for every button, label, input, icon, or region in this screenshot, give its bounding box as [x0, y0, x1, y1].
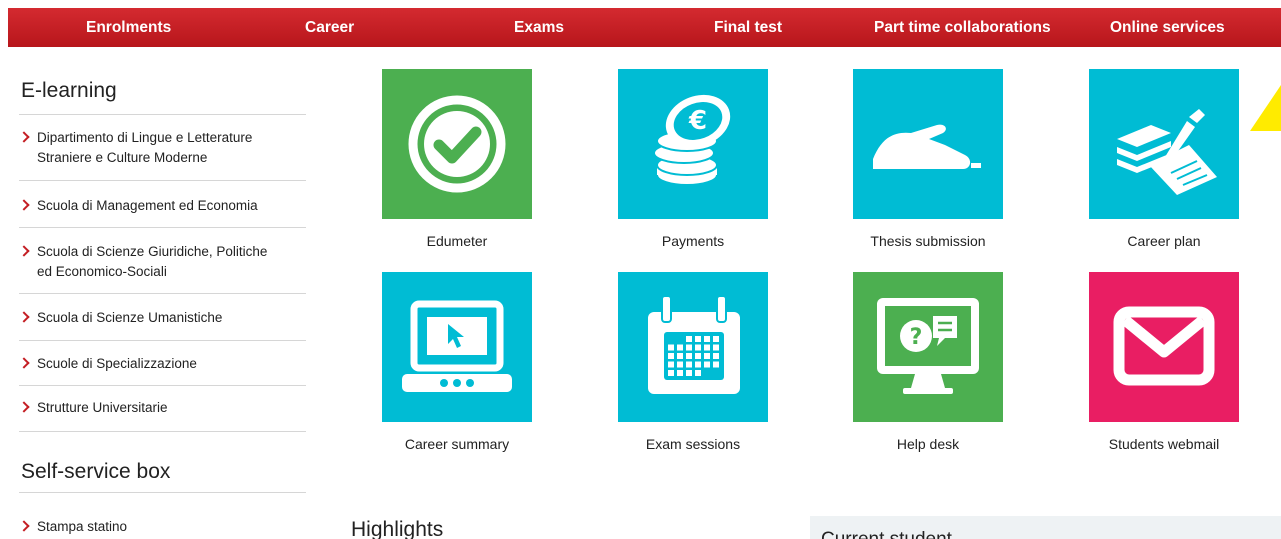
divider	[19, 340, 306, 341]
highlights-heading: Highlights	[351, 518, 444, 539]
tile-career-summary[interactable]	[382, 272, 532, 422]
tile-students-webmail[interactable]	[1089, 272, 1239, 422]
divider	[19, 385, 306, 386]
divider	[19, 114, 306, 115]
sidebar-item-strutture-universitarie[interactable]: Strutture Universitarie	[18, 398, 306, 418]
tile-help-desk[interactable]: ?	[853, 272, 1003, 422]
tile-label-students-webmail: Students webmail	[1108, 436, 1220, 452]
current-student-heading: Current student	[821, 529, 952, 539]
tile-thesis-submission[interactable]	[853, 69, 1003, 219]
envelope-icon	[1113, 306, 1215, 386]
calendar-icon	[648, 295, 740, 394]
chevron-right-icon	[18, 401, 30, 413]
sidebar-item-scuole-specializzazione[interactable]: Scuole di Specializzazione	[18, 354, 306, 374]
tile-edumeter[interactable]	[382, 69, 532, 219]
nav-item-career[interactable]: Career	[305, 8, 354, 47]
divider	[19, 492, 306, 493]
euro-coins-icon: €	[653, 94, 731, 186]
tile-payments[interactable]: €	[618, 69, 768, 219]
tile-label-payments: Payments	[661, 233, 725, 249]
sidebar-item-dipartimento-lingue[interactable]: Dipartimento di Lingue e Letterature Str…	[18, 128, 306, 168]
elearning-heading: E-learning	[21, 79, 117, 102]
sidebar-item-label: Scuola di Management ed Economia	[37, 198, 258, 213]
nav-item-enrolments[interactable]: Enrolments	[86, 8, 171, 47]
current-student-panel: Current student	[810, 516, 1281, 539]
yellow-triangle-decoration	[1250, 85, 1281, 131]
sidebar-item-scienze-giuridiche[interactable]: Scuola di Scienze Giuridiche, Politiche …	[18, 242, 306, 282]
tile-label-help-desk: Help desk	[896, 436, 960, 452]
divider	[19, 431, 306, 432]
tile-exam-sessions[interactable]	[618, 272, 768, 422]
chevron-right-icon	[18, 520, 30, 532]
tile-label-career-plan: Career plan	[1127, 233, 1201, 249]
tile-career-plan[interactable]	[1089, 69, 1239, 219]
checkmark-circle-icon	[408, 95, 506, 193]
sidebar-item-scienze-umanistiche[interactable]: Scuola di Scienze Umanistiche	[18, 308, 306, 328]
tile-label-exam-sessions: Exam sessions	[645, 436, 741, 452]
chevron-right-icon	[18, 311, 30, 323]
divider	[19, 293, 306, 294]
svg-text:?: ?	[910, 325, 923, 350]
self-service-heading: Self-service box	[21, 460, 171, 483]
books-pen-icon	[1117, 109, 1217, 195]
sidebar-item-label: Stampa statino	[37, 519, 128, 534]
sidebar-item-label: Straniere e Culture Moderne	[37, 150, 208, 165]
sidebar-item-label: Scuola di Scienze Giuridiche, Politiche	[37, 244, 268, 259]
sidebar-item-label: Dipartimento di Lingue e Letterature	[37, 130, 253, 145]
nav-item-exams[interactable]: Exams	[514, 8, 564, 47]
tile-label-thesis-submission: Thesis submission	[870, 233, 986, 249]
laptop-cursor-icon	[402, 300, 512, 392]
chevron-right-icon	[18, 199, 30, 211]
divider	[19, 180, 306, 181]
nav-item-part-time-collaborations[interactable]: Part time collaborations	[874, 8, 1051, 47]
sidebar-item-label: Scuole di Specializzazione	[37, 356, 197, 371]
chevron-right-icon	[18, 357, 30, 369]
top-navigation-bar: Enrolments Career Exams Final test Part …	[8, 8, 1281, 47]
tile-label-career-summary: Career summary	[404, 436, 510, 452]
tile-label-edumeter: Edumeter	[426, 233, 488, 249]
hand-mouse-icon	[873, 124, 981, 169]
sidebar-item-label: ed Economico-Sociali	[37, 264, 167, 279]
sidebar-item-label: Scuola di Scienze Umanistiche	[37, 310, 223, 325]
nav-item-online-services[interactable]: Online services	[1110, 8, 1225, 47]
sidebar-item-management-economia[interactable]: Scuola di Management ed Economia	[18, 196, 306, 216]
nav-item-final-test[interactable]: Final test	[714, 8, 782, 47]
monitor-chat-icon: ?	[877, 298, 979, 394]
chevron-right-icon	[18, 131, 30, 143]
svg-text:€: €	[688, 106, 707, 136]
sidebar-item-stampa-statino[interactable]: Stampa statino	[18, 517, 306, 537]
chevron-right-icon	[18, 245, 30, 257]
divider	[19, 227, 306, 228]
sidebar-item-label: Strutture Universitarie	[37, 400, 168, 415]
